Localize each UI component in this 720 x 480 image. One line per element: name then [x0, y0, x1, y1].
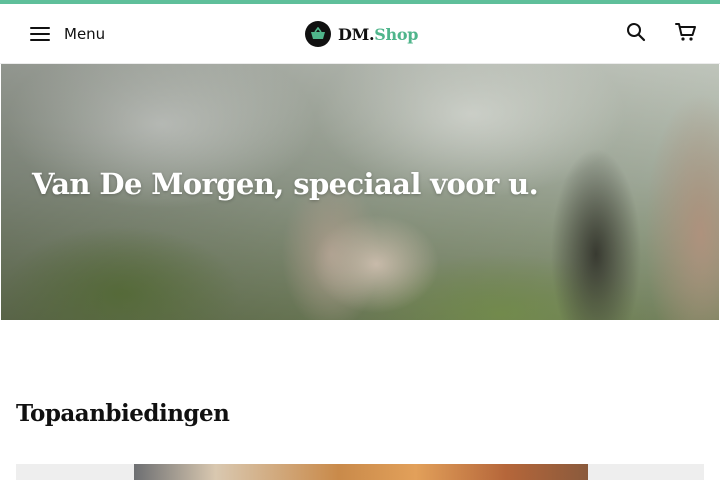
menu-icon — [30, 26, 52, 42]
basket-icon — [305, 21, 331, 47]
site-header: Menu DM.Shop — [0, 4, 720, 64]
product-card[interactable] — [16, 464, 704, 480]
product-image — [134, 464, 588, 480]
cart-button[interactable] — [672, 18, 700, 46]
logo-text-shop: Shop — [374, 24, 419, 44]
section-title-top-offers: Topaanbiedingen — [16, 400, 230, 427]
menu-button[interactable]: Menu — [30, 18, 105, 50]
dm-shop-logo[interactable]: DM.Shop — [305, 20, 418, 48]
search-button[interactable] — [622, 18, 650, 46]
hero-banner: Van De Morgen, speciaal voor u. — [1, 64, 719, 320]
search-icon — [627, 23, 646, 42]
logo-wordmark: DM.Shop — [338, 25, 418, 44]
menu-label: Menu — [64, 25, 106, 43]
cart-icon — [675, 23, 696, 41]
hero-title: Van De Morgen, speciaal voor u. — [32, 167, 539, 201]
logo-text-dm: DM. — [338, 24, 375, 44]
